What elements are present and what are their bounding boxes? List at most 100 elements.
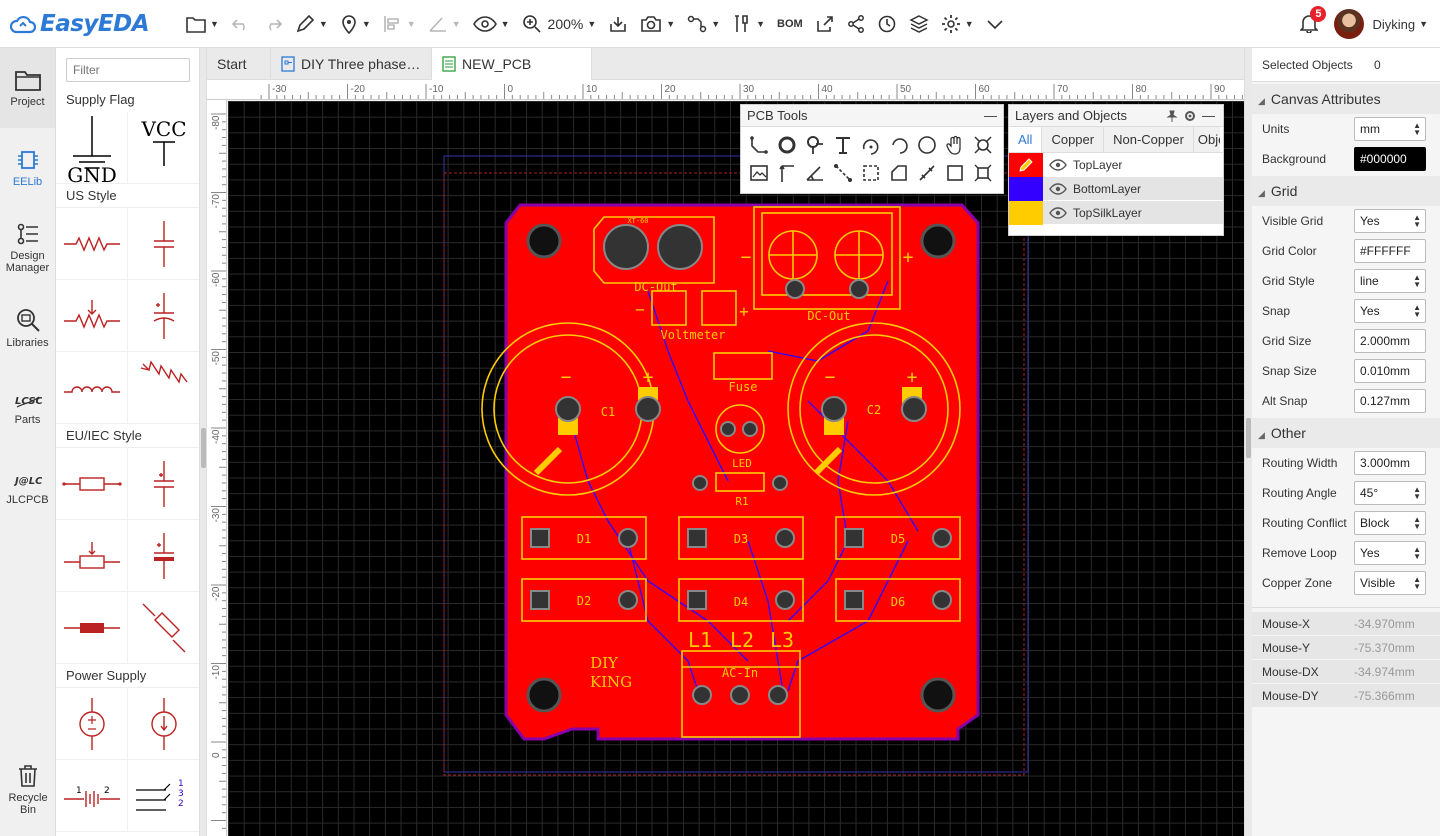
avatar[interactable] (1334, 9, 1365, 39)
pin-icon[interactable] (1166, 110, 1178, 122)
rectangle-tool[interactable] (941, 159, 969, 187)
eu-capacitor-symbol[interactable] (128, 448, 199, 520)
visible-grid-select[interactable]: Yes ▲ ▼ (1354, 209, 1426, 233)
user-menu-caret[interactable]: ▼ (1419, 19, 1428, 29)
arc-tool[interactable] (857, 131, 885, 159)
layers-panel-header[interactable]: Layers and Objects — (1009, 105, 1223, 127)
image-tool[interactable] (745, 159, 773, 187)
layer-row-topsilklayer[interactable]: TopSilkLayer (1009, 200, 1223, 225)
nav-parts[interactable]: LCSC Parts (0, 368, 55, 448)
text-tool[interactable] (829, 131, 857, 159)
grid-style-select[interactable]: line ▲ ▼ (1354, 269, 1426, 293)
remove-loop-select[interactable]: Yes ▲ ▼ (1354, 541, 1426, 565)
drc-menu-button[interactable]: ▼ (422, 9, 467, 39)
eu-resistor-symbol[interactable] (56, 448, 128, 520)
minimize-icon[interactable]: — (984, 105, 997, 127)
background-color-input[interactable]: #000000 (1354, 147, 1426, 171)
vcc-symbol[interactable]: VCC (128, 112, 199, 184)
history-button[interactable] (871, 9, 903, 39)
track-tool[interactable] (745, 131, 773, 159)
layers-button[interactable] (903, 9, 935, 39)
nav-jlcpcb[interactable]: J@LC JLCPCB (0, 448, 55, 528)
layers-tab-copper[interactable]: Copper (1042, 127, 1105, 152)
draw-menu-button[interactable]: ▼ (289, 9, 334, 39)
share-button[interactable] (841, 9, 871, 39)
app-logo[interactable]: EasyEDA (10, 11, 160, 37)
import-button[interactable] (602, 9, 634, 39)
view-menu-button[interactable]: ▼ (467, 9, 516, 39)
grid-size-input[interactable]: 2.000mm (1354, 329, 1426, 353)
pan-tool[interactable] (941, 131, 969, 159)
layers-tab-all[interactable]: All (1009, 127, 1043, 152)
copper-area-tool[interactable] (913, 159, 941, 187)
align-menu-button[interactable]: ▼ (377, 9, 422, 39)
us-potentiometer-symbol[interactable] (56, 280, 128, 352)
right-splitter[interactable] (1244, 48, 1252, 836)
tab-start[interactable]: Start (207, 48, 271, 80)
bom-button[interactable]: BOM (771, 9, 809, 39)
routing-angle-select[interactable]: 45° ▲ ▼ (1354, 481, 1426, 505)
eu-potentiometer-symbol[interactable] (56, 520, 128, 592)
zoom-menu-button[interactable]: 200% ▼ (516, 9, 603, 39)
dimension-tool[interactable] (773, 159, 801, 187)
layers-tab-objects[interactable]: Obje (1193, 127, 1220, 152)
copper-zone-select[interactable]: Visible ▲ ▼ (1354, 571, 1426, 595)
canvas-attributes-header[interactable]: ◢ Canvas Attributes (1252, 84, 1440, 114)
eye-icon[interactable] (1049, 182, 1067, 195)
gnd-symbol[interactable]: GND (56, 112, 128, 184)
circle-tool[interactable] (913, 131, 941, 159)
fabrication-menu-button[interactable]: ▼ (726, 9, 771, 39)
routing-conflict-select[interactable]: Block ▲ ▼ (1354, 511, 1426, 535)
camera-menu-button[interactable]: ▼ (634, 9, 681, 39)
layer-row-toplayer[interactable]: TopLayer (1009, 152, 1223, 177)
component-tool[interactable] (969, 159, 997, 187)
more-button[interactable] (980, 9, 1010, 39)
other-header[interactable]: ◢ Other (1252, 418, 1440, 448)
center-arc-tool[interactable] (885, 131, 913, 159)
eu-heater-symbol[interactable] (56, 592, 128, 664)
redo-button[interactable] (257, 9, 289, 39)
snap-select[interactable]: Yes ▲ ▼ (1354, 299, 1426, 323)
grid-color-input[interactable]: #FFFFFF (1354, 239, 1426, 263)
undo-button[interactable] (225, 9, 257, 39)
solid-region-tool[interactable] (885, 159, 913, 187)
eye-icon[interactable] (1049, 158, 1067, 171)
connect-pad-tool[interactable] (969, 131, 997, 159)
tab-schematic[interactable]: DIY Three phase… (271, 48, 432, 80)
settings-menu-button[interactable]: ▼ (935, 9, 980, 39)
measure-tool[interactable] (829, 159, 857, 187)
eu-polarized-cap-symbol[interactable] (128, 520, 199, 592)
user-name[interactable]: Diyking (1372, 17, 1415, 32)
layer-color-swatch[interactable] (1009, 200, 1043, 225)
settings-icon[interactable] (1184, 110, 1196, 122)
file-menu-button[interactable]: ▼ (180, 9, 225, 39)
pcb-tools-header[interactable]: PCB Tools — (741, 105, 1003, 127)
tab-new-pcb[interactable]: NEW_PCB (432, 48, 592, 80)
nav-eelib[interactable]: EELib (0, 128, 55, 208)
voltage-source-symbol[interactable] (56, 688, 128, 760)
snap-size-input[interactable]: 0.010mm (1354, 359, 1426, 383)
us-inductor-symbol[interactable] (56, 352, 128, 424)
us-varistor-symbol[interactable] (128, 352, 199, 424)
units-select[interactable]: mm ▲ ▼ (1354, 117, 1426, 141)
filter-input[interactable] (66, 58, 190, 82)
us-polarized-cap-symbol[interactable] (128, 280, 199, 352)
nav-recycle-bin[interactable]: Recycle Bin (0, 750, 56, 830)
alt-snap-input[interactable]: 0.127mm (1354, 389, 1426, 413)
pad-tool[interactable] (773, 131, 801, 159)
nav-libraries[interactable]: Libraries (0, 288, 55, 368)
nav-project[interactable]: Project (0, 48, 55, 128)
current-source-symbol[interactable] (128, 688, 199, 760)
layer-row-bottomlayer[interactable]: BottomLayer (1009, 176, 1223, 201)
eye-icon[interactable] (1049, 206, 1067, 219)
export-button[interactable] (809, 9, 841, 39)
layer-color-swatch[interactable] (1009, 176, 1043, 201)
notifications-button[interactable]: 5 (1299, 5, 1327, 36)
nav-design-manager[interactable]: Design Manager (0, 208, 55, 288)
routing-width-input[interactable]: 3.000mm (1354, 451, 1426, 475)
region-tool[interactable] (857, 159, 885, 187)
grid-header[interactable]: ◢ Grid (1252, 176, 1440, 206)
place-menu-button[interactable]: ▼ (334, 9, 377, 39)
eu-varistor-symbol[interactable] (128, 592, 199, 664)
minimize-icon[interactable]: — (1202, 105, 1215, 127)
